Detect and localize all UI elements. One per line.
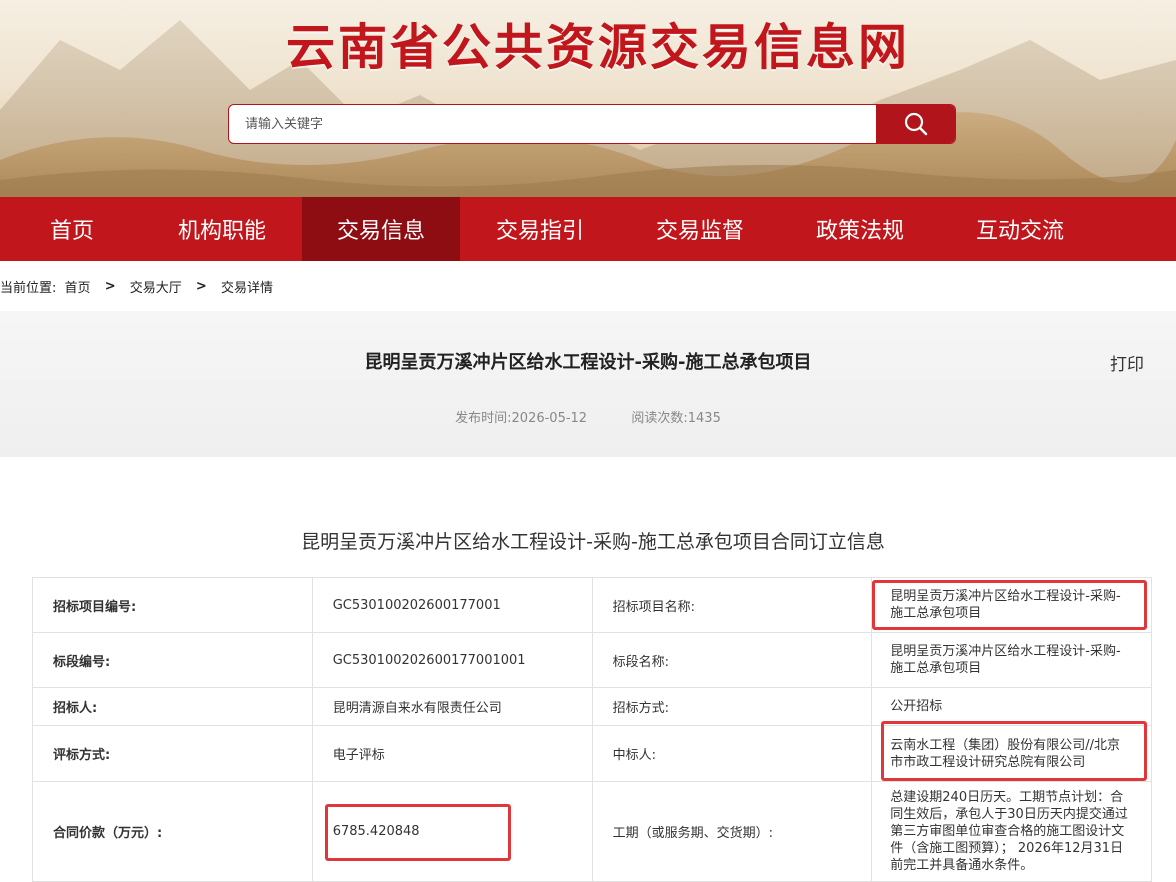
table-label: 标段编号: bbox=[32, 632, 313, 688]
search-icon bbox=[904, 112, 927, 136]
print-button[interactable]: 打印 bbox=[1110, 350, 1144, 375]
table-value: 6785.420848 bbox=[311, 781, 593, 882]
table-row: 评标方式: 电子评标 中标人: 云南水工程（集团）股份有限公司//北京市市政工程… bbox=[32, 725, 1152, 782]
table-value: GC5301002026001770​01001 bbox=[311, 632, 593, 688]
nav-item-interaction[interactable]: 互动交流 bbox=[940, 197, 1100, 261]
table-label: 工期（或服务期、交货期）: bbox=[591, 781, 873, 882]
main-nav: 首页 机构职能 交易信息 交易指引 交易监督 政策法规 互动交流 bbox=[0, 197, 1176, 261]
nav-item-policy[interactable]: 政策法规 bbox=[780, 197, 940, 261]
table-value: 总建设期240日历天。工期节点计划：合同生效后，承包人于30日历天内提交通过第三… bbox=[871, 781, 1152, 882]
table-row: 标段编号: GC5301002026001770​01001 标段名称: 昆明呈… bbox=[32, 632, 1152, 688]
nav-item-functions[interactable]: 机构职能 bbox=[142, 197, 302, 261]
table-row: 招标人: 昆明清源自来水有限责任公司 招标方式: 公开招标 bbox=[32, 687, 1152, 726]
table-label: 评标方式: bbox=[32, 725, 313, 782]
breadcrumb-home[interactable]: 首页 bbox=[65, 281, 91, 296]
publish-date: 2026-05-12 bbox=[511, 411, 588, 426]
table-label: 招标人: bbox=[32, 687, 313, 726]
nav-item-trade-guide[interactable]: 交易指引 bbox=[460, 197, 620, 261]
breadcrumb-trade-detail: 交易详情 bbox=[220, 281, 273, 296]
table-label: 标段名称: bbox=[591, 632, 873, 688]
table-label: 招标项目名称: bbox=[591, 577, 873, 633]
breadcrumb: 当前位置: 首页 > 交易大厅 > 交易详情 bbox=[0, 277, 273, 296]
article-title: 昆明呈贡万溪冲片区给水工程设计-采购-施工总承包项目 bbox=[364, 352, 812, 373]
article-header: 昆明呈贡万溪冲片区给水工程设计-采购-施工总承包项目 打印 发布时间:2026-… bbox=[0, 311, 1176, 457]
table-value: 公开招标 bbox=[871, 687, 1152, 726]
publish-time-label: 发布时间: bbox=[455, 411, 512, 426]
nav-item-trade-info[interactable]: 交易信息 bbox=[302, 197, 460, 261]
search-button[interactable] bbox=[876, 105, 955, 143]
nav-item-supervision[interactable]: 交易监督 bbox=[620, 197, 780, 261]
site-title: 云南省公共资源交易信息网 bbox=[286, 19, 911, 76]
contract-info-table: 招标项目编号: GC5301002026001770​01 招标项目名称: 昆明… bbox=[32, 577, 1152, 882]
search-bar bbox=[228, 104, 956, 144]
table-label: 招标项目编号: bbox=[32, 577, 313, 633]
table-value: 昆明清源自来水有限责任公司 bbox=[311, 687, 593, 726]
breadcrumb-separator: > bbox=[195, 279, 207, 294]
table-value: 昆明呈贡万溪冲片区给水工程设计-采购-施工总承包项目 bbox=[871, 577, 1152, 633]
table-label: 中标人: bbox=[591, 725, 873, 782]
nav-item-home[interactable]: 首页 bbox=[2, 197, 142, 261]
views-label: 阅读次数: bbox=[631, 411, 688, 426]
breadcrumb-trade-hall[interactable]: 交易大厅 bbox=[130, 281, 182, 296]
table-value: 云南水工程（集团）股份有限公司//北京市市政工程设计研究总院有限公司 bbox=[871, 725, 1152, 782]
breadcrumb-prefix: 当前位置: bbox=[0, 281, 57, 296]
views-count: 1435 bbox=[687, 411, 721, 426]
table-label: 招标方式: bbox=[591, 687, 873, 726]
table-value: 昆明呈贡万溪冲片区给水工程设计-采购-施工总承包项目 bbox=[871, 632, 1152, 688]
search-input[interactable] bbox=[229, 105, 877, 143]
article-meta: 发布时间:2026-05-12 阅读次数:1435 bbox=[0, 407, 1176, 426]
header-banner: 云南省公共资源交易信息网 bbox=[0, 0, 1176, 197]
table-row: 招标项目编号: GC5301002026001770​01 招标项目名称: 昆明… bbox=[32, 577, 1152, 633]
table-row: 合同价款（万元）: 6785.420848 工期（或服务期、交货期）: 总建设期… bbox=[32, 781, 1152, 882]
table-value: GC5301002026001770​01 bbox=[311, 577, 593, 633]
table-label: 合同价款（万元）: bbox=[32, 781, 313, 882]
breadcrumb-separator: > bbox=[104, 279, 116, 294]
section-title: 昆明呈贡万溪冲片区给水工程设计-采购-施工总承包项目合同订立信息 bbox=[301, 531, 885, 553]
table-value: 电子评标 bbox=[311, 725, 593, 782]
